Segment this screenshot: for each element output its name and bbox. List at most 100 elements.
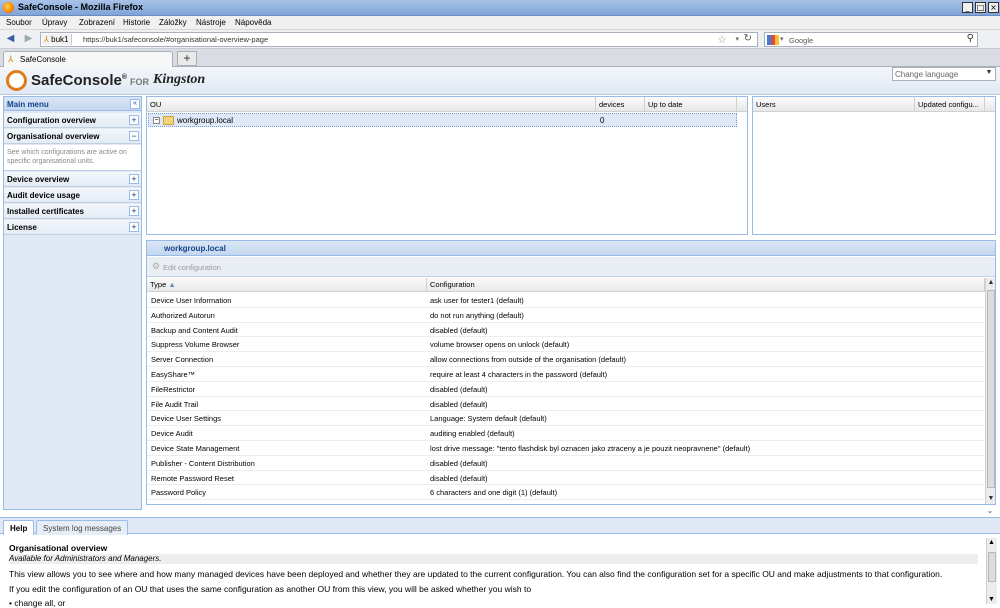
sidebar-item-configuration-overview[interactable]: Configuration overview + — [4, 113, 141, 128]
forward-arrow-icon[interactable]: ▶ — [22, 33, 35, 46]
chevron-down-icon[interactable]: ▼ — [984, 69, 994, 79]
column-header-devices[interactable]: devices — [596, 97, 645, 112]
cell-configuration: lost drive message: "tento flashdisk byl… — [430, 444, 751, 453]
edit-configuration-button[interactable]: Edit configuration — [163, 263, 221, 272]
table-row[interactable]: Device User Settings Language: System def… — [147, 411, 984, 427]
menu-upravy[interactable]: Úpravy — [42, 18, 67, 27]
cell-configuration: Language: System default (default) — [430, 414, 547, 424]
scrollbar-thumb[interactable] — [987, 290, 995, 488]
menu-soubor[interactable]: Soubor — [6, 18, 32, 27]
expand-icon[interactable]: + — [129, 174, 139, 184]
collapse-icon[interactable]: − — [129, 131, 139, 141]
kingston-logo: Kingston — [153, 72, 206, 87]
column-header-type[interactable]: Type ▲ — [147, 278, 427, 292]
site-identity-button[interactable]: ⅄ buk1 — [42, 34, 73, 45]
search-bar[interactable]: ▾ Google ⚲ — [764, 32, 978, 47]
search-input[interactable]: Google — [789, 36, 813, 45]
search-icon[interactable]: ⚲ — [967, 33, 974, 44]
scroll-up-icon[interactable]: ▲ — [986, 278, 996, 288]
new-tab-button[interactable]: + — [177, 51, 197, 66]
menu-historie[interactable]: Historie — [123, 18, 150, 27]
scroll-down-icon[interactable]: ▼ — [988, 596, 995, 603]
table-row[interactable]: Device Audit auditing enabled (default) — [147, 426, 984, 441]
bookmark-star-icon[interactable]: ☆ — [717, 33, 727, 46]
help-scrollbar[interactable]: ▲ ▼ — [986, 538, 997, 604]
ou-tree-row[interactable]: − workgroup.local 0 — [148, 113, 737, 127]
minimize-button[interactable]: _ — [962, 2, 973, 13]
table-row[interactable]: Device User Information ask user for test… — [147, 293, 984, 308]
expand-icon[interactable]: + — [129, 222, 139, 232]
table-row[interactable]: Authorized Autorun do not run anything (d… — [147, 308, 984, 323]
tab-system-log-messages[interactable]: System log messages — [36, 520, 129, 535]
tab-safeconsole[interactable]: ⅄ SafeConsole — [3, 51, 173, 67]
scrollbar-thumb[interactable] — [988, 552, 996, 582]
google-engine-icon[interactable] — [767, 35, 779, 45]
column-header-configuration[interactable]: Configuration — [427, 278, 985, 292]
table-row[interactable]: Backup and Content Audit disabled (defaul… — [147, 323, 984, 338]
gear-icon: ⚙ — [152, 261, 161, 271]
tab-label: SafeConsole — [20, 55, 66, 64]
cell-configuration: 6 characters and one digit (1) (default) — [430, 488, 558, 498]
reload-icon[interactable]: ↻ — [744, 33, 752, 44]
scroll-down-icon[interactable]: ▼ — [986, 494, 996, 504]
app-header: SafeConsole® FOR Kingston Change languag… — [0, 67, 1000, 95]
site-identity-label: buk1 — [51, 35, 69, 44]
sidebar-item-label: Device overview — [7, 175, 70, 184]
help-paragraph: This view allows you to see where and ho… — [9, 569, 943, 579]
tab-help[interactable]: Help — [3, 520, 35, 535]
firefox-logo-icon — [3, 2, 14, 13]
search-engine-dropdown-icon[interactable]: ▾ — [780, 35, 784, 43]
close-window-button[interactable]: × — [988, 2, 999, 13]
table-row[interactable]: Suppress Volume Browser volume browser op… — [147, 337, 984, 353]
table-row[interactable]: Remote Password Reset disabled (default) — [147, 471, 984, 486]
help-panel: Organisational overview Available for Ad… — [0, 535, 1000, 608]
configuration-panel: workgroup.local ⚙ Edit configuration Typ… — [146, 240, 996, 505]
menu-nastroje[interactable]: Nástroje — [196, 18, 226, 27]
table-row[interactable]: Server Connection allow connections from … — [147, 352, 984, 367]
sidebar-item-audit-device-usage[interactable]: Audit device usage + — [4, 188, 141, 203]
logo-for: FOR — [130, 77, 149, 87]
menu-zobrazeni[interactable]: Zobrazení — [79, 18, 115, 27]
sidebar-item-installed-certificates[interactable]: Installed certificates + — [4, 204, 141, 219]
table-row[interactable]: EasyShare™ require at least 4 characters … — [147, 367, 984, 382]
type-label: Type — [150, 280, 167, 289]
language-select[interactable]: Change language ▼ — [892, 67, 996, 81]
menu-zalozky[interactable]: Záložky — [159, 18, 187, 27]
back-arrow-icon[interactable]: ◀ — [4, 33, 17, 46]
table-row[interactable]: Publisher - Content Distribution disabled… — [147, 456, 984, 471]
main-menu-panel: Main menu « Configuration overview + Org… — [3, 96, 142, 510]
users-grid: Users Updated configu... — [752, 96, 996, 235]
column-header-users[interactable]: Users — [753, 97, 915, 112]
tree-expand-icon[interactable]: − — [153, 117, 160, 124]
column-header-updated-configuration[interactable]: Updated configu... — [915, 97, 985, 112]
expand-icon[interactable]: + — [129, 190, 139, 200]
menu-napoveda[interactable]: Nápověda — [235, 18, 271, 27]
main-menu-title: Main menu — [7, 100, 49, 109]
table-row[interactable]: FileRestrictor disabled (default) — [147, 382, 984, 397]
cell-type: Device Audit — [151, 429, 193, 439]
sidebar-item-device-overview[interactable]: Device overview + — [4, 172, 141, 187]
url-text[interactable]: https://buk1/safeconsole/#organisational… — [83, 35, 268, 44]
column-header-ou[interactable]: OU — [147, 97, 596, 112]
expand-icon[interactable]: + — [129, 115, 139, 125]
table-row[interactable]: Password Policy 6 characters and one digi… — [147, 485, 984, 501]
sidebar-item-organisational-overview[interactable]: Organisational overview − — [4, 129, 141, 144]
column-header-up-to-date[interactable]: Up to date — [645, 97, 737, 112]
table-row[interactable]: File Audit Trail disabled (default) — [147, 397, 984, 412]
table-row[interactable]: Device State Management lost drive messag… — [147, 441, 984, 456]
address-bar[interactable]: ⅄ buk1 https://buk1/safeconsole/#organis… — [40, 32, 758, 47]
sidebar-item-license[interactable]: License + — [4, 220, 141, 235]
configuration-scrollbar[interactable]: ▲ ▼ — [985, 278, 995, 504]
logo-name: SafeConsole® — [31, 72, 128, 89]
collapse-menu-icon[interactable]: « — [130, 99, 140, 109]
scroll-up-icon[interactable]: ▲ — [988, 539, 995, 546]
expand-icon[interactable]: + — [129, 206, 139, 216]
cell-configuration: disabled (default) — [430, 473, 488, 483]
collapse-help-icon[interactable]: ⌄ — [984, 506, 996, 517]
cell-type: Authorized Autorun — [151, 310, 215, 320]
maximize-button[interactable]: □ — [975, 2, 986, 13]
url-history-dropdown-icon[interactable]: ▾ — [735, 35, 739, 43]
sidebar-item-label: Audit device usage — [7, 191, 80, 200]
sidebar-description[interactable]: See which configurations are active on s… — [4, 145, 141, 171]
sidebar-item-label: Installed certificates — [7, 207, 84, 216]
